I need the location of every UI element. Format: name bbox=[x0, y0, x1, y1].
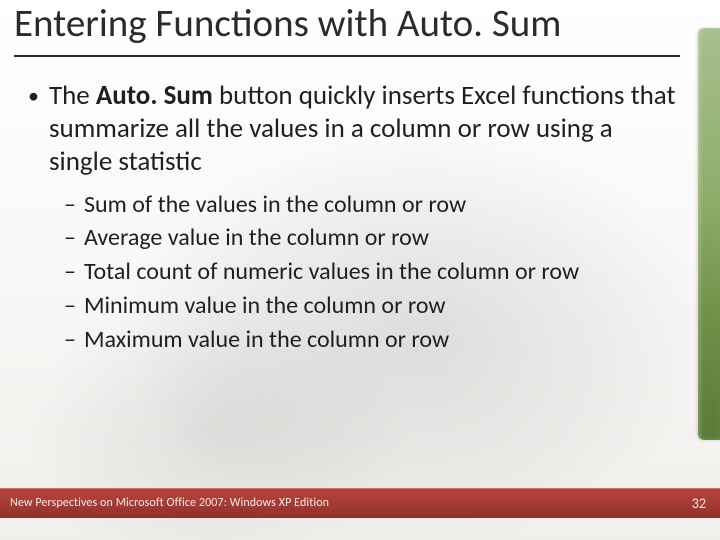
footer-bar: New Perspectives on Microsoft Office 200… bbox=[0, 488, 720, 518]
slide: Entering Functions with Auto. Sum • The … bbox=[0, 0, 720, 540]
sub-bullet-text: Sum of the values in the column or row bbox=[84, 189, 466, 221]
dash-icon: – bbox=[64, 189, 76, 221]
bullet-level1: • The Auto. Sum button quickly inserts E… bbox=[28, 80, 676, 179]
side-tab-accent bbox=[698, 28, 720, 440]
dash-icon: – bbox=[64, 222, 76, 254]
sub-bullet-list: – Sum of the values in the column or row… bbox=[64, 189, 676, 355]
sub-bullet-text: Minimum value in the column or row bbox=[84, 290, 446, 322]
dash-icon: – bbox=[64, 256, 76, 288]
sub-bullet-text: Maximum value in the column or row bbox=[84, 324, 449, 356]
sub-bullet-text: Total count of numeric values in the col… bbox=[84, 256, 579, 288]
title-area: Entering Functions with Auto. Sum bbox=[14, 2, 680, 57]
bullet-level2: – Total count of numeric values in the c… bbox=[64, 256, 676, 288]
dash-icon: – bbox=[64, 324, 76, 356]
dash-icon: – bbox=[64, 290, 76, 322]
bullet-prefix: The bbox=[49, 79, 96, 112]
page-number: 32 bbox=[692, 495, 706, 512]
sub-bullet-text: Average value in the column or row bbox=[84, 222, 429, 254]
bullet-level2: – Minimum value in the column or row bbox=[64, 290, 676, 322]
title-underline bbox=[14, 55, 680, 57]
bullet-level2: – Maximum value in the column or row bbox=[64, 324, 676, 356]
slide-title: Entering Functions with Auto. Sum bbox=[14, 2, 680, 53]
bullet-text: The Auto. Sum button quickly inserts Exc… bbox=[49, 80, 676, 179]
bullet-dot-icon: • bbox=[28, 80, 39, 179]
footer-text: New Perspectives on Microsoft Office 200… bbox=[10, 496, 329, 510]
body-area: • The Auto. Sum button quickly inserts E… bbox=[28, 80, 676, 357]
bullet-level2: – Sum of the values in the column or row bbox=[64, 189, 676, 221]
bullet-level2: – Average value in the column or row bbox=[64, 222, 676, 254]
bullet-bold: Auto. Sum bbox=[96, 79, 213, 112]
